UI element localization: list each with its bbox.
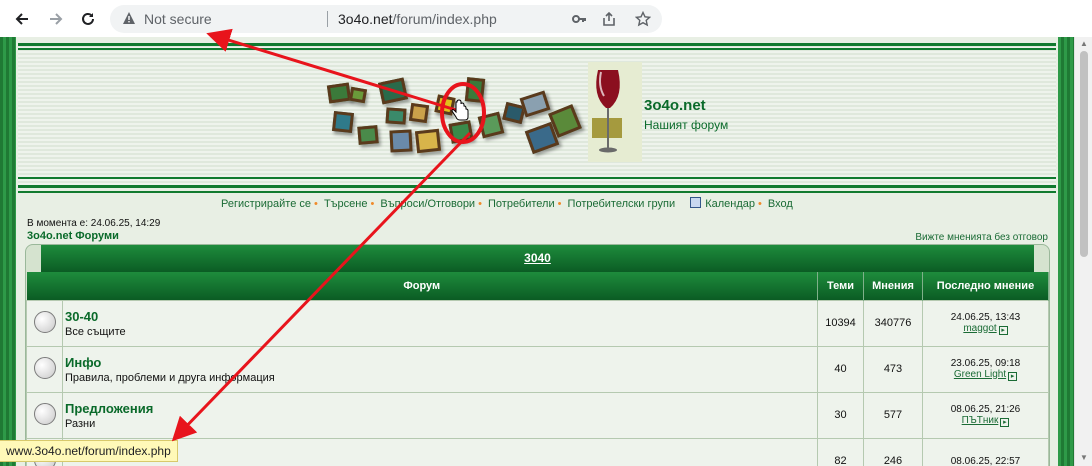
forward-button[interactable] xyxy=(44,7,68,31)
forum-table: Форум Теми Мнения Последно мнение 30-40 … xyxy=(26,272,1049,466)
nav-login-link[interactable]: Вход xyxy=(768,198,793,210)
topics-count: 30 xyxy=(817,391,864,439)
topics-count: 10394 xyxy=(817,299,864,347)
topics-count: 40 xyxy=(817,345,864,393)
posts-count: 340776 xyxy=(863,299,923,347)
nav-calendar-link[interactable]: Календар xyxy=(705,198,755,210)
nav-separator-dot: • xyxy=(314,198,318,210)
forum-name-link[interactable]: Предложения xyxy=(65,401,817,416)
forum-row: 82 246 08.06.25, 22:57 xyxy=(26,437,1049,466)
scrollbar-thumb[interactable] xyxy=(1080,51,1088,257)
forum-info-cell: 30-40 Все същите xyxy=(62,299,818,347)
nav-members-link[interactable]: Потребители xyxy=(488,198,555,210)
goto-last-post-icon[interactable]: ▸ xyxy=(1008,371,1018,381)
forum-row: Инфо Правила, проблеми и друга информаци… xyxy=(26,345,1049,393)
reload-icon xyxy=(82,12,94,25)
category-title-link[interactable]: 3040 xyxy=(41,251,1034,265)
wine-glass-logo[interactable] xyxy=(588,62,642,162)
forum-description: Разни xyxy=(65,417,96,430)
last-post-cell: 08.06.25, 22:57 xyxy=(922,437,1049,466)
forum-navigation: Регистрирайте се • Търсене • Въпроси/Отгов… xyxy=(18,191,1056,211)
last-post-date: 08.06.25, 22:57 xyxy=(950,455,1021,466)
arrow-left-icon xyxy=(15,13,28,25)
site-subtitle: Нашият форум xyxy=(644,118,729,132)
goto-last-post-icon[interactable]: ▸ xyxy=(998,325,1008,335)
forum-status-cell xyxy=(26,345,63,393)
web-page: 3o4o.net Нашият форум Регистрирайте се • … xyxy=(0,37,1074,466)
forum-status-cell xyxy=(26,391,63,439)
last-post-user-link[interactable]: maggot xyxy=(963,323,996,334)
last-post-cell: 24.06.25, 13:43 maggot ▸ xyxy=(922,299,1049,347)
calendar-icon xyxy=(690,197,702,208)
scroll-down-icon[interactable]: ▼ xyxy=(1080,453,1088,462)
category-header: 3040 xyxy=(41,245,1034,272)
password-key-icon[interactable] xyxy=(570,10,588,28)
nav-separator-dot: • xyxy=(370,198,375,210)
column-posts: Мнения xyxy=(863,272,923,300)
column-topics: Теми xyxy=(817,272,864,300)
url-text[interactable]: 3o4o.net/forum/index.php xyxy=(338,11,497,27)
arrow-right-icon xyxy=(50,13,63,25)
nav-separator-dot: • xyxy=(757,198,762,210)
forum-info-cell: Предложения Разни xyxy=(62,391,818,439)
nav-usergroups-link[interactable]: Потребителски групи xyxy=(568,198,676,210)
site-header: 3o4o.net Нашият форум xyxy=(18,43,1056,188)
forum-index-link[interactable]: 3o4o.net Форуми xyxy=(27,230,119,242)
security-label[interactable]: Not secure xyxy=(144,11,212,27)
reload-button[interactable] xyxy=(76,7,100,31)
no-new-posts-icon xyxy=(33,356,56,379)
nav-register-link[interactable]: Регистрирайте се xyxy=(221,198,311,210)
right-border xyxy=(1058,37,1074,466)
browser-toolbar: Not secure 3o4o.net/forum/index.php xyxy=(0,0,1092,37)
forum-name-link[interactable]: 30-40 xyxy=(65,309,817,324)
warning-icon[interactable] xyxy=(122,11,136,25)
goto-last-post-icon[interactable]: ▸ xyxy=(1000,417,1010,427)
last-post-user-link[interactable]: ПЪТник xyxy=(962,415,999,426)
posts-count: 577 xyxy=(863,391,923,439)
nav-faq-link[interactable]: Въпроси/Отговори xyxy=(380,198,475,210)
posts-count: 473 xyxy=(863,345,923,393)
nav-separator-dot: • xyxy=(478,198,482,210)
site-title[interactable]: 3o4o.net xyxy=(644,97,706,114)
table-header-row: Форум Теми Мнения Последно мнение xyxy=(26,272,1049,300)
url-path: /forum/index.php xyxy=(392,11,497,27)
forum-row: Предложения Разни 30 577 08.06.25, 21:26… xyxy=(26,391,1049,439)
forum-description: Правила, проблеми и друга информация xyxy=(65,371,275,384)
share-icon[interactable] xyxy=(600,10,618,28)
forum-info-cell: Инфо Правила, проблеми и друга информаци… xyxy=(62,345,818,393)
last-post-cell: 23.06.25, 09:18 Green Light ▸ xyxy=(922,345,1049,393)
posts-count: 246 xyxy=(863,437,923,466)
no-new-posts-icon xyxy=(33,402,56,425)
forum-name-link[interactable]: Инфо xyxy=(65,355,817,370)
unanswered-posts-link[interactable]: Вижте мненията без отговор xyxy=(915,232,1048,243)
last-post-date: 23.06.25, 09:18 xyxy=(950,357,1021,369)
last-post-user-link[interactable]: Green Light xyxy=(954,369,1006,380)
header-line-bottom xyxy=(18,177,1056,179)
category-block: 3040 Форум Теми Мнения Последно мнение 3… xyxy=(25,244,1050,466)
forum-row: 30-40 Все същите 10394 340776 24.06.25, … xyxy=(26,299,1049,347)
forum-status-cell xyxy=(26,299,63,347)
scroll-up-icon[interactable]: ▲ xyxy=(1080,39,1088,48)
column-last-post: Последно мнение xyxy=(922,272,1049,300)
nav-separator-dot: • xyxy=(557,198,562,210)
last-post-cell: 08.06.25, 21:26 ПЪТник ▸ xyxy=(922,391,1049,439)
no-new-posts-icon xyxy=(33,310,56,333)
forum-description: Все същите xyxy=(65,325,126,338)
header-line xyxy=(18,48,1056,50)
vertical-scrollbar[interactable]: ▲ ▼ xyxy=(1074,37,1092,466)
photo-collage-logo[interactable] xyxy=(326,66,582,166)
link-status-bubble: www.3o4o.net/forum/index.php xyxy=(0,440,178,462)
column-forum: Форум xyxy=(26,272,818,300)
address-separator xyxy=(327,11,328,27)
left-border xyxy=(0,37,16,466)
last-post-date: 24.06.25, 13:43 xyxy=(950,311,1021,323)
current-time: В момента е: 24.06.25, 14:29 xyxy=(27,218,161,229)
topics-count: 82 xyxy=(817,437,864,466)
back-button[interactable] xyxy=(10,7,34,31)
bookmark-star-icon[interactable] xyxy=(634,10,652,28)
nav-search-link[interactable]: Търсене xyxy=(324,198,368,210)
url-host: 3o4o.net xyxy=(338,11,393,27)
last-post-date: 08.06.25, 21:26 xyxy=(950,403,1021,415)
address-bar[interactable]: Not secure 3o4o.net/forum/index.php xyxy=(110,5,662,33)
